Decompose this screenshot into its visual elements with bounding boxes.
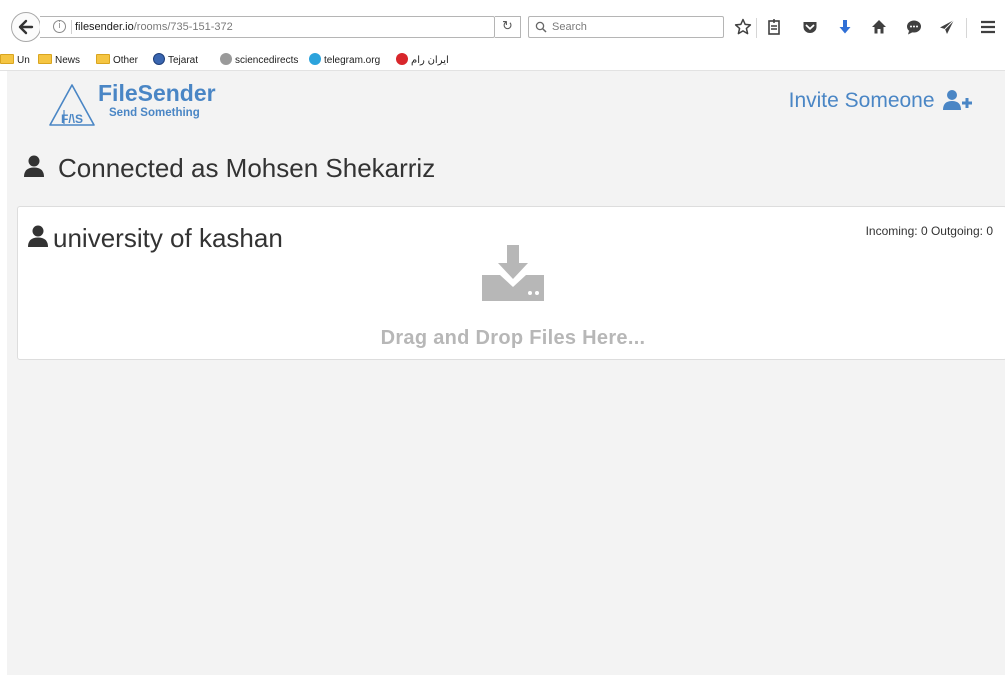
bookmark-label: sciencedirects (235, 55, 299, 66)
pocket-icon[interactable] (800, 18, 820, 38)
user-icon (28, 225, 48, 247)
bookmark-star-icon[interactable] (733, 18, 753, 38)
search-input[interactable] (552, 19, 712, 35)
site-info-icon[interactable]: i (53, 20, 66, 33)
page-content: F/\S FileSender Send Something Invite So… (7, 71, 1005, 675)
reload-icon: ↻ (502, 19, 513, 34)
download-tray-icon[interactable] (480, 243, 546, 303)
folder-icon (96, 54, 110, 65)
bookmarks-bar: Un News Other Tejarat sciencedirects tel… (0, 52, 1005, 71)
back-button[interactable] (11, 12, 41, 42)
search-bar[interactable] (528, 16, 724, 38)
url-text[interactable]: filesender.io/rooms/735-151-372 (75, 20, 233, 34)
home-icon[interactable] (869, 18, 889, 38)
bookmark-telegram[interactable]: telegram.org (309, 53, 381, 68)
globe-favicon-icon (220, 53, 232, 66)
logo-tagline: Send Something (109, 107, 200, 119)
hamburger-menu-icon[interactable] (978, 18, 998, 38)
bookmark-label: telegram.org (324, 55, 381, 66)
toolbar-divider (966, 18, 967, 38)
invite-label: Invite Someone (788, 89, 935, 112)
logo-mark-letters: F/\S (61, 112, 83, 126)
logo-title: FileSender (98, 80, 216, 106)
transfer-stats: Incoming: 0 Outgoing: 0 (865, 224, 993, 238)
back-arrow-icon (18, 19, 34, 35)
address-bar[interactable]: i filesender.io/rooms/735-151-372 (40, 16, 495, 38)
room-card[interactable]: university of kashan Incoming: 0 Outgoin… (17, 206, 1005, 360)
bookmark-label: ایران رام (411, 55, 449, 66)
filesender-logo[interactable]: F/\S FileSender Send Something (47, 80, 247, 128)
drop-zone-text: Drag and Drop Files Here... (380, 327, 646, 349)
connected-status: Connected as Mohsen Shekarriz (24, 151, 435, 185)
invite-someone-button[interactable]: Invite Someone (789, 88, 973, 114)
telegram-favicon-icon (309, 53, 321, 66)
browser-toolbar: i filesender.io/rooms/735-151-372 ↻ (0, 0, 1005, 50)
bookmark-label: Un (17, 55, 30, 66)
reload-button[interactable]: ↻ (495, 16, 521, 38)
bookmark-un[interactable]: Un (0, 54, 30, 68)
room-name: university of kashan (28, 223, 283, 253)
url-path: /rooms/735-151-372 (133, 21, 233, 33)
filesender-logo-mark-icon: F/\S (49, 84, 95, 126)
bookmark-other[interactable]: Other (96, 54, 138, 68)
bookmark-tejarat[interactable]: Tejarat (153, 53, 199, 68)
chat-icon[interactable] (904, 18, 924, 38)
user-icon (24, 155, 44, 177)
bookmark-news[interactable]: News (38, 54, 80, 68)
browser-window: i filesender.io/rooms/735-151-372 ↻ Sear… (0, 0, 1005, 675)
bookmark-label: Other (113, 55, 139, 66)
send-icon[interactable] (937, 18, 957, 38)
toolbar-divider (756, 18, 757, 38)
bookmark-label: News (55, 55, 81, 66)
bookmark-label: Tejarat (168, 55, 199, 66)
connected-as-text: Connected as Mohsen Shekarriz (58, 153, 436, 183)
room-name-text: university of kashan (53, 223, 283, 253)
iran-ram-favicon-icon (396, 53, 408, 66)
bookmark-iran-ram[interactable]: ایران رام (396, 53, 449, 68)
download-arrow-icon[interactable] (835, 18, 855, 38)
folder-icon (38, 54, 52, 65)
folder-icon (0, 54, 14, 65)
url-divider (71, 20, 72, 34)
reading-list-icon[interactable] (764, 18, 784, 38)
bookmark-sciencedirects[interactable]: sciencedirects (220, 53, 299, 68)
tejarat-favicon-icon (153, 53, 165, 66)
url-host: filesender.io (75, 21, 134, 33)
user-plus-icon (943, 90, 972, 110)
search-icon (535, 21, 547, 33)
